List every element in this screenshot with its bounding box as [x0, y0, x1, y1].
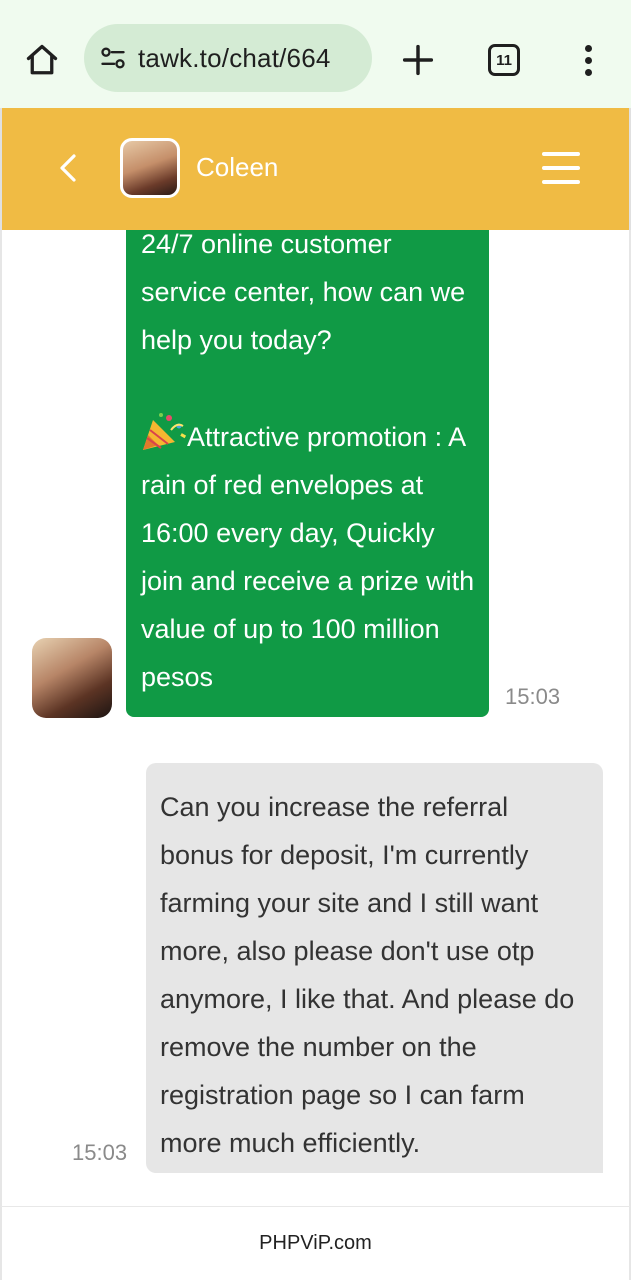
tab-switcher-button[interactable]: 11: [488, 44, 520, 76]
new-tab-button[interactable]: [396, 38, 440, 82]
browser-toolbar: tawk.to/chat/664 11: [0, 0, 631, 108]
hamburger-icon[interactable]: [542, 152, 580, 184]
address-bar[interactable]: tawk.to/chat/664: [84, 24, 372, 92]
chat-header: Coleen: [0, 108, 631, 230]
agent-avatar: [120, 138, 180, 198]
home-icon: [26, 44, 58, 75]
back-button[interactable]: [50, 148, 86, 188]
home-button[interactable]: [20, 38, 64, 82]
agent-message-bubble: 24/7 online customer service center, how…: [126, 230, 489, 717]
more-vert-icon[interactable]: [570, 38, 606, 82]
footer-brand[interactable]: PHPViP.com: [259, 1232, 372, 1255]
agent-name: Coleen: [196, 152, 279, 182]
agent-message-time: 15:03: [505, 684, 561, 709]
chevron-left-icon: [60, 154, 76, 182]
chat-messages[interactable]: 24/7 online customer service center, how…: [0, 230, 631, 1206]
tab-count: 11: [496, 51, 512, 69]
user-message-bubble: Can you increase the referral bonus for …: [146, 763, 603, 1173]
agent-promo-text: Attractive promotion : A rain of red env…: [141, 422, 475, 692]
party-popper-icon: [143, 413, 187, 450]
url-text[interactable]: tawk.to/chat/664: [138, 43, 331, 74]
agent-chat-avatar: [32, 638, 112, 718]
plus-icon: [402, 44, 434, 76]
agent-message-line-1: 24/7 online customer service center, how…: [141, 230, 466, 355]
user-message-text: Can you increase the referral bonus for …: [160, 792, 575, 1158]
tune-icon[interactable]: [98, 43, 128, 73]
user-message-time: 15:03: [72, 1140, 128, 1165]
footer: PHPViP.com: [0, 1206, 631, 1280]
agent-message-promo: Attractive promotion : A rain of red env…: [141, 412, 477, 701]
